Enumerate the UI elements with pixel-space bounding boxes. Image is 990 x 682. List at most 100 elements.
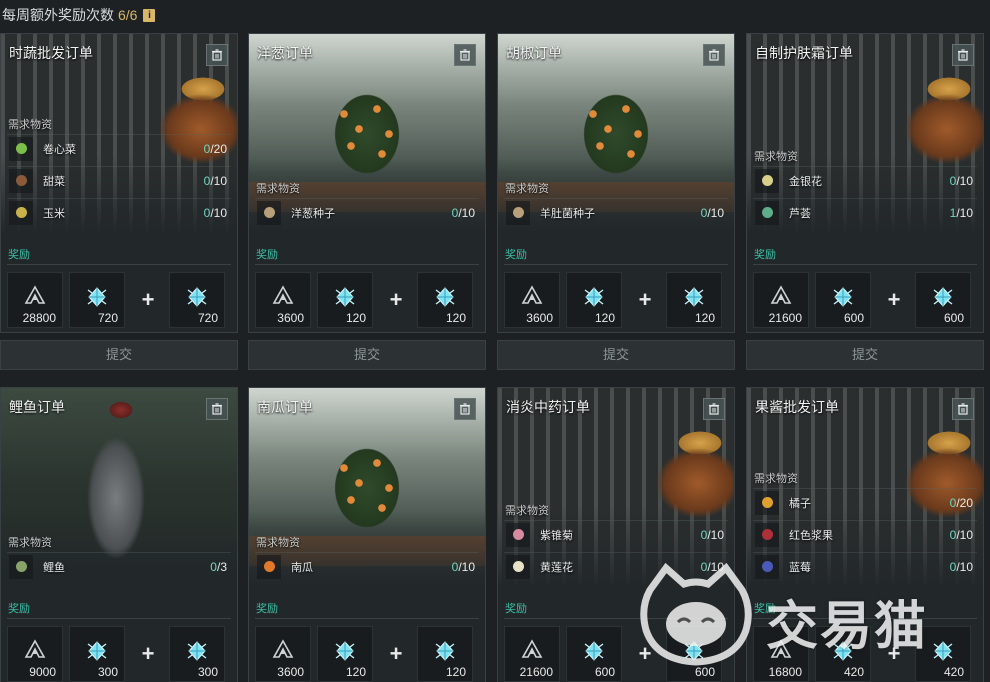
required-item-row: 紫锥菊 0/10 <box>504 520 728 548</box>
required-item-quantity: 0/20 <box>950 496 973 510</box>
reward-amount: 120 <box>445 311 466 325</box>
required-item-quantity: 0/10 <box>950 560 973 574</box>
required-item-name: 玉米 <box>43 207 65 220</box>
required-item-row: 甜菜 0/10 <box>7 166 231 194</box>
reward-slot[interactable]: 120 <box>566 272 622 328</box>
submit-button[interactable]: 提交 <box>497 340 735 370</box>
reward-slot[interactable]: 16800 <box>753 626 809 682</box>
submit-button[interactable]: 提交 <box>248 340 486 370</box>
order-card: 胡椒订单 需求物资 羊肚菌种子 0/10 奖励 3600 120 120 + <box>497 33 735 333</box>
required-item-row: 玉米 0/10 <box>7 198 231 226</box>
required-item-quantity: 0/10 <box>452 560 475 574</box>
reward-slots: 3600 120 120 + <box>504 272 730 328</box>
honeysuckle-icon <box>755 168 779 193</box>
trash-icon[interactable] <box>206 44 228 66</box>
required-item-need: /20 <box>210 141 227 156</box>
reward-slot[interactable]: 3600 <box>504 272 560 328</box>
crystal-icon <box>333 639 357 668</box>
required-item-need: /10 <box>210 205 227 220</box>
reward-slot[interactable]: 420 <box>815 626 871 682</box>
crystal-icon <box>433 639 457 668</box>
trash-icon[interactable] <box>454 44 476 66</box>
reward-amount: 3600 <box>277 665 304 679</box>
crystal-icon <box>85 285 109 314</box>
required-item-row: 金银花 0/10 <box>753 166 977 194</box>
reward-slot[interactable]: 600 <box>915 272 971 328</box>
plus-icon: + <box>141 287 155 312</box>
required-item-row: 卷心菜 0/20 <box>7 134 231 162</box>
required-item-name: 芦荟 <box>789 207 811 220</box>
plus-icon: + <box>887 641 901 666</box>
reward-slot[interactable]: 600 <box>566 626 622 682</box>
reward-slot[interactable]: 300 <box>69 626 125 682</box>
reward-amount: 300 <box>197 665 218 679</box>
weekly-bonus-count: 6/6 <box>118 7 138 23</box>
reward-label: 奖励 <box>505 249 527 261</box>
reward-slot[interactable]: 720 <box>69 272 125 328</box>
required-item-have: 0 <box>210 559 217 574</box>
reward-amount: 720 <box>97 311 118 325</box>
required-materials-label: 需求物资 <box>754 473 798 485</box>
required-item-row: 南瓜 0/10 <box>255 552 479 580</box>
reward-slot[interactable]: 600 <box>666 626 722 682</box>
submit-button[interactable]: 提交 <box>0 340 238 370</box>
orange-icon <box>755 490 779 515</box>
reward-amount: 120 <box>345 665 366 679</box>
order-title: 胡椒订单 <box>506 45 562 61</box>
required-item-row: 芦荟 1/10 <box>753 198 977 226</box>
order-card: 时蔬批发订单 需求物资 卷心菜 0/20 甜菜 0/10 玉米 0/10 奖励 28800 720 7… <box>0 33 238 333</box>
order-card: 南瓜订单 需求物资 南瓜 0/10 奖励 3600 120 120 + <box>248 387 486 682</box>
submit-button[interactable]: 提交 <box>746 340 984 370</box>
reward-slots: 28800 720 720 + <box>7 272 233 328</box>
reward-slot[interactable]: 420 <box>915 626 971 682</box>
aloe-icon <box>755 200 779 225</box>
coin-icon <box>521 639 543 664</box>
crystal-icon <box>85 639 109 668</box>
trash-icon[interactable] <box>454 398 476 420</box>
reward-slot[interactable]: 120 <box>417 272 473 328</box>
coin-icon <box>770 285 792 310</box>
trash-icon[interactable] <box>703 398 725 420</box>
trash-icon[interactable] <box>952 44 974 66</box>
reward-slot[interactable]: 120 <box>666 272 722 328</box>
info-icon[interactable]: i <box>143 8 156 22</box>
reward-label: 奖励 <box>754 603 776 615</box>
crystal-icon <box>831 639 855 668</box>
required-materials-label: 需求物资 <box>256 183 300 195</box>
trash-icon[interactable] <box>952 398 974 420</box>
coin-icon <box>24 285 46 310</box>
reward-slot[interactable]: 300 <box>169 626 225 682</box>
seed-bag-icon <box>506 200 530 225</box>
order-card: 果酱批发订单 需求物资 橘子 0/20 红色浆果 0/10 蓝莓 0/10 奖励 16800 420… <box>746 387 984 682</box>
reward-amount: 600 <box>843 311 864 325</box>
reward-slots: 21600 600 600 + <box>753 272 979 328</box>
carp-icon <box>9 554 33 579</box>
reward-slot[interactable]: 9000 <box>7 626 63 682</box>
reward-slot[interactable]: 21600 <box>753 272 809 328</box>
crystal-icon <box>682 639 706 668</box>
reward-slot[interactable]: 3600 <box>255 626 311 682</box>
required-item-quantity: 0/10 <box>452 206 475 220</box>
reward-divider <box>255 264 479 265</box>
reward-slot[interactable]: 720 <box>169 272 225 328</box>
reward-slot[interactable]: 21600 <box>504 626 560 682</box>
reward-slot[interactable]: 3600 <box>255 272 311 328</box>
required-item-need: /10 <box>956 173 973 188</box>
reward-divider <box>504 618 728 619</box>
reward-amount: 120 <box>594 311 615 325</box>
trash-icon[interactable] <box>703 44 725 66</box>
required-item-need: /10 <box>210 173 227 188</box>
crystal-icon <box>433 285 457 314</box>
plus-icon: + <box>638 287 652 312</box>
trash-icon[interactable] <box>206 398 228 420</box>
reward-slot[interactable]: 120 <box>417 626 473 682</box>
reward-slot[interactable]: 120 <box>317 626 373 682</box>
reward-slot[interactable]: 28800 <box>7 272 63 328</box>
reward-amount: 9000 <box>29 665 56 679</box>
reward-slot[interactable]: 600 <box>815 272 871 328</box>
coin-icon <box>272 285 294 310</box>
echinacea-icon <box>506 522 530 547</box>
plus-icon: + <box>887 287 901 312</box>
reward-slot[interactable]: 120 <box>317 272 373 328</box>
required-item-row: 羊肚菌种子 0/10 <box>504 198 728 226</box>
